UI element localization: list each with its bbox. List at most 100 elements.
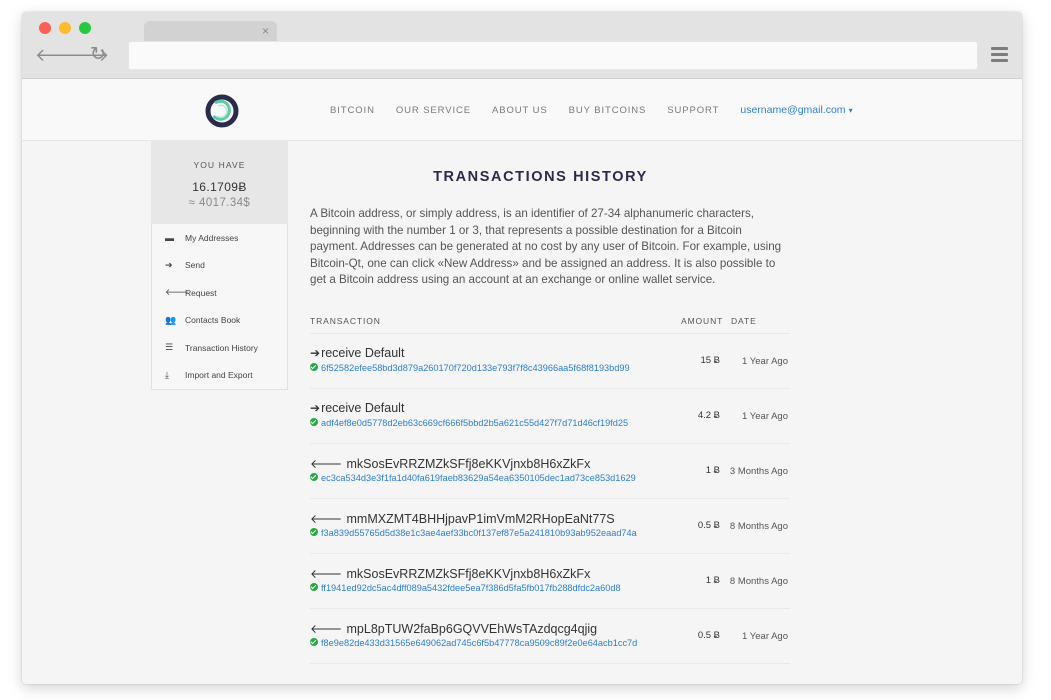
- transaction-hash-row: ff1941ed92dc5ac4dff089a5432fdee5ea7f386d…: [310, 582, 621, 593]
- check-circle-icon: [310, 582, 318, 591]
- transaction-hash-row: ec3ca534d3e3f1fa1d40fa619faeb83629a54ea6…: [310, 472, 636, 483]
- transaction-hash-link[interactable]: 6f52582efee58bd3d879a260170f720d133e793f…: [321, 363, 630, 373]
- arrow-left-icon: 🡐: [310, 456, 346, 471]
- transaction-hash-link[interactable]: adf4ef8e0d5778d2eb63c669cf666f5bbd2b5a62…: [321, 418, 628, 428]
- table-header: TRANSACTION AMOUNT DATE: [310, 314, 790, 334]
- sidebar-item-import-export[interactable]: ⤓ Import and Export: [152, 362, 287, 390]
- table-row[interactable]: 🡐 mpL8pTUW2faBp6GQVVEhWsTAzdqcg4qjig f8e…: [310, 609, 790, 664]
- sidebar-item-label: Import and Export: [185, 370, 253, 381]
- nav-support[interactable]: SUPPORT: [667, 105, 719, 116]
- arrow-left-icon: 🡐: [310, 566, 346, 581]
- transaction-title: 🡐 mkSosEvRRZMZkSFfj8eKKVjnxb8H6xZkFx: [310, 456, 590, 471]
- sidebar-item-send[interactable]: ➔ Send: [152, 252, 287, 280]
- transaction-date: 8 Months Ago: [729, 520, 788, 532]
- balance-usd: ≈ 4017.34$: [188, 197, 251, 209]
- column-header-transaction: TRANSACTION: [310, 315, 381, 326]
- intro-text: A Bitcoin address, or simply address, is…: [310, 207, 782, 287]
- reload-icon[interactable]: ↻: [90, 45, 106, 65]
- check-circle-icon: [310, 472, 318, 481]
- minimize-window-button[interactable]: [59, 22, 71, 34]
- transaction-date: 3 Months Ago: [729, 465, 788, 477]
- browser-chrome: × 🡐 🡒 ↻: [22, 12, 1022, 79]
- transaction-amount: 0.5 Ƀ: [697, 519, 720, 531]
- check-circle-icon: [310, 362, 318, 371]
- balance-label: YOU HAVE: [193, 160, 246, 170]
- arrow-right-icon: ➔: [310, 345, 321, 360]
- transaction-hash-link[interactable]: ec3ca534d3e3f1fa1d40fa619faeb83629a54ea6…: [321, 473, 636, 483]
- table-row[interactable]: ➔receive Default 6f52582efee58bd3d879a26…: [310, 334, 790, 389]
- hamburger-menu-icon[interactable]: [991, 47, 1008, 63]
- arrow-left-icon: 🡐: [165, 287, 190, 298]
- arrow-left-icon: 🡐: [310, 621, 346, 636]
- transaction-hash-link[interactable]: f8e9e82de433d31565e649062ad745c6f5b47778…: [321, 638, 637, 648]
- maximize-window-button[interactable]: [79, 22, 91, 34]
- sidebar-item-transaction-history[interactable]: ☰ Transaction History: [152, 334, 287, 362]
- user-menu[interactable]: username@gmail.com: [740, 104, 845, 116]
- site-header: BITCOIN OUR SERVICE ABOUT US BUY BITCOIN…: [22, 79, 1022, 141]
- sidebar-menu: ▬ My Addresses ➔ Send 🡐 Request 👥 Contac…: [151, 224, 288, 390]
- table-row[interactable]: 🡐 mmMXZMT4BHHjpavP1imVmM2RHopEaNt77S f3a…: [310, 499, 790, 554]
- logo-icon[interactable]: [205, 94, 239, 128]
- browser-tab[interactable]: ×: [144, 21, 277, 41]
- sidebar-item-request[interactable]: 🡐 Request: [152, 279, 287, 307]
- arrow-right-icon: ➔: [310, 400, 321, 415]
- transaction-hash-row: 6f52582efee58bd3d879a260170f720d133e793f…: [310, 362, 630, 373]
- chevron-down-icon[interactable]: ▾: [849, 106, 853, 115]
- sidebar-item-label: Send: [185, 260, 205, 271]
- nav-bitcoin[interactable]: BITCOIN: [330, 105, 375, 116]
- table-row[interactable]: 🡐 mkSosEvRRZMZkSFfj8eKKVjnxb8H6xZkFx ec3…: [310, 444, 790, 499]
- transaction-date: 1 Year Ago: [742, 355, 788, 367]
- list-icon: ☰: [165, 342, 174, 353]
- users-icon: 👥: [165, 314, 177, 325]
- main-content: TRANSACTIONS HISTORY A Bitcoin address, …: [288, 141, 793, 664]
- page-title: TRANSACTIONS HISTORY: [433, 169, 648, 185]
- top-navigation: BITCOIN OUR SERVICE ABOUT US BUY BITCOIN…: [330, 104, 853, 116]
- transaction-hash-row: f8e9e82de433d31565e649062ad745c6f5b47778…: [310, 637, 637, 648]
- sidebar-item-label: Contacts Book: [185, 315, 241, 326]
- transaction-title: 🡐 mkSosEvRRZMZkSFfj8eKKVjnxb8H6xZkFx: [310, 566, 590, 581]
- nav-our-service[interactable]: OUR SERVICE: [396, 105, 471, 116]
- transaction-hash-row: adf4ef8e0d5778d2eb63c669cf666f5bbd2b5a62…: [310, 417, 628, 428]
- close-window-button[interactable]: [39, 22, 51, 34]
- transaction-label: mmMXZMT4BHHjpavP1imVmM2RHopEaNt77S: [346, 511, 615, 526]
- transaction-title: 🡐 mmMXZMT4BHHjpavP1imVmM2RHopEaNt77S: [310, 511, 615, 526]
- transaction-label: mkSosEvRRZMZkSFfj8eKKVjnxb8H6xZkFx: [346, 566, 591, 581]
- nav-about-us[interactable]: ABOUT US: [492, 105, 548, 116]
- sidebar-item-label: My Addresses: [185, 232, 239, 243]
- sidebar-item-label: Transaction History: [185, 342, 258, 353]
- address-bar[interactable]: [128, 41, 978, 70]
- sidebar-item-label: Request: [185, 287, 217, 298]
- transaction-label: mkSosEvRRZMZkSFfj8eKKVjnxb8H6xZkFx: [346, 456, 591, 471]
- sidebar: YOU HAVE 16.1709Ƀ ≈ 4017.34$ ▬ My Addres…: [151, 141, 288, 390]
- sidebar-item-my-addresses[interactable]: ▬ My Addresses: [152, 224, 287, 252]
- balance-box: YOU HAVE 16.1709Ƀ ≈ 4017.34$: [151, 141, 288, 224]
- column-header-amount: AMOUNT: [681, 315, 724, 326]
- transaction-amount: 1 Ƀ: [705, 464, 720, 476]
- transaction-label: receive Default: [321, 400, 405, 415]
- table-row[interactable]: ➔receive Default adf4ef8e0d5778d2eb63c66…: [310, 389, 790, 444]
- transaction-label: mpL8pTUW2faBp6GQVVEhWsTAzdqcg4qjig: [346, 621, 598, 636]
- transaction-amount: 1 Ƀ: [705, 574, 720, 586]
- transaction-date: 1 Year Ago: [742, 410, 788, 422]
- check-circle-icon: [310, 527, 318, 536]
- transaction-label: receive Default: [321, 345, 405, 360]
- column-header-date: DATE: [731, 315, 757, 326]
- table-row[interactable]: 🡐 mkSosEvRRZMZkSFfj8eKKVjnxb8H6xZkFx ff1…: [310, 554, 790, 609]
- transaction-hash-link[interactable]: ff1941ed92dc5ac4dff089a5432fdee5ea7f386d…: [321, 583, 621, 593]
- tab-close-icon[interactable]: ×: [262, 24, 269, 38]
- transaction-hash-row: f3a839d55765d5d38e1c3ae4aef33bc0f137ef87…: [310, 527, 637, 538]
- nav-buy-bitcoins[interactable]: BUY BITCOINS: [569, 105, 647, 116]
- transaction-amount: 0.5 Ƀ: [697, 629, 720, 641]
- sidebar-item-contacts-book[interactable]: 👥 Contacts Book: [152, 307, 287, 335]
- transaction-amount: 15 Ƀ: [700, 354, 720, 366]
- arrow-left-icon: 🡐: [310, 511, 346, 526]
- transaction-hash-link[interactable]: f3a839d55765d5d38e1c3ae4aef33bc0f137ef87…: [321, 528, 637, 538]
- transaction-amount: 4.2 Ƀ: [697, 409, 720, 421]
- transaction-date: 8 Months Ago: [729, 575, 788, 587]
- briefcase-icon: ▬: [165, 232, 174, 243]
- transaction-title: 🡐 mpL8pTUW2faBp6GQVVEhWsTAzdqcg4qjig: [310, 621, 597, 636]
- browser-window: × 🡐 🡒 ↻ BITCOIN OUR SERVICE ABOUT US BUY…: [22, 12, 1022, 684]
- check-circle-icon: [310, 637, 318, 646]
- check-circle-icon: [310, 417, 318, 426]
- transaction-title: ➔receive Default: [310, 346, 404, 360]
